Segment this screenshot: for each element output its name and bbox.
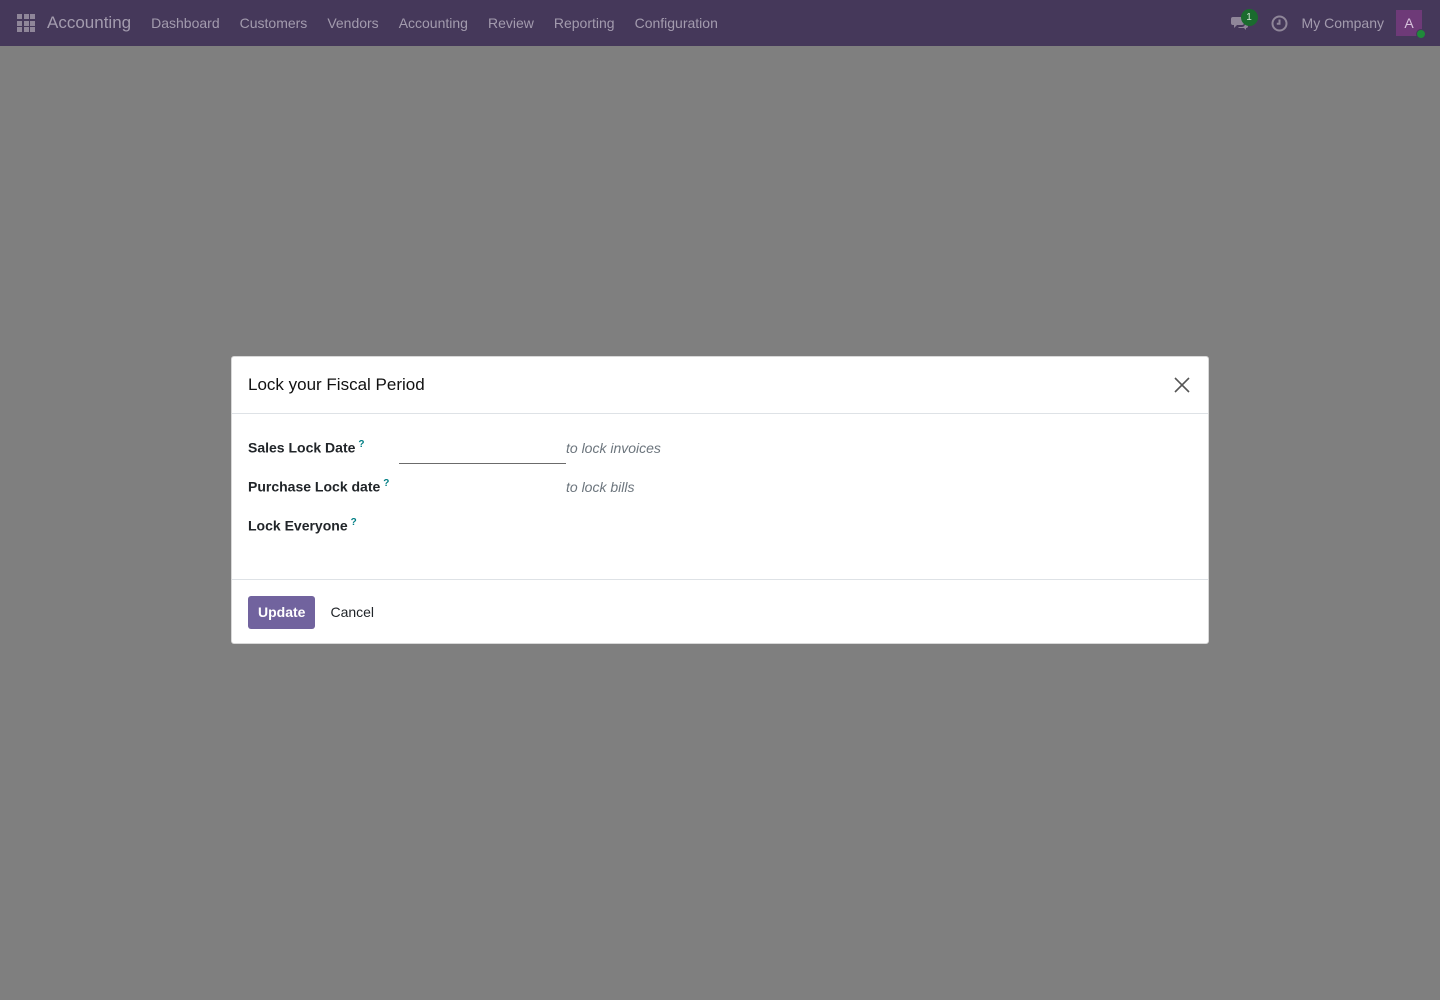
avatar-letter: A <box>1404 15 1414 31</box>
cancel-button[interactable]: Cancel <box>315 596 389 629</box>
apps-menu-button[interactable] <box>0 0 52 46</box>
dialog-header: Lock your Fiscal Period <box>232 357 1208 414</box>
lock-everyone-label: Lock Everyone? <box>248 517 357 534</box>
purchase-lock-date-label-text: Purchase Lock date <box>248 478 381 495</box>
menu-item-review[interactable]: Review <box>478 0 544 46</box>
menu-item-dashboard[interactable]: Dashboard <box>141 0 230 46</box>
sales-lock-date-help[interactable]: ? <box>358 439 364 450</box>
app-brand[interactable]: Accounting <box>47 13 131 33</box>
lock-everyone-help[interactable]: ? <box>351 517 357 528</box>
sales-lock-date-input[interactable] <box>399 434 566 464</box>
sales-lock-date-hint: to lock invoices <box>566 440 661 456</box>
dialog-footer: Update Cancel <box>232 580 1208 644</box>
user-avatar[interactable]: A <box>1396 10 1426 39</box>
purchase-lock-date-input[interactable] <box>399 473 566 503</box>
update-button[interactable]: Update <box>248 595 316 629</box>
messages-count-badge: 1 <box>1240 9 1258 26</box>
menu-item-reporting[interactable]: Reporting <box>544 0 625 46</box>
navbar-systray: 1 My Company A <box>1220 0 1440 46</box>
sales-lock-date-label-text: Sales Lock Date <box>248 439 356 456</box>
sales-lock-date-row: Sales Lock Date? to lock invoices <box>248 434 1192 473</box>
dialog-body: Sales Lock Date? to lock invoices Purcha… <box>232 414 1208 580</box>
menu-item-accounting[interactable]: Accounting <box>389 0 478 46</box>
purchase-lock-date-help[interactable]: ? <box>383 478 389 489</box>
online-status-dot <box>1416 29 1426 39</box>
lock-everyone-row: Lock Everyone? <box>248 512 1192 551</box>
top-navbar: Accounting Dashboard Customers Vendors A… <box>0 0 1440 46</box>
menu-item-customers[interactable]: Customers <box>230 0 318 46</box>
clock-icon <box>1271 15 1288 31</box>
dialog-title: Lock your Fiscal Period <box>248 375 425 394</box>
company-switcher[interactable]: My Company <box>1302 15 1384 31</box>
close-button[interactable] <box>1170 373 1194 397</box>
main-menu: Dashboard Customers Vendors Accounting R… <box>141 0 728 46</box>
messages-button[interactable]: 1 <box>1220 0 1260 46</box>
sales-lock-date-label: Sales Lock Date? <box>248 439 365 456</box>
menu-item-configuration[interactable]: Configuration <box>625 0 728 46</box>
menu-item-vendors[interactable]: Vendors <box>317 0 388 46</box>
activity-button[interactable] <box>1260 0 1300 46</box>
lock-everyone-label-text: Lock Everyone <box>248 517 348 534</box>
close-icon <box>1174 377 1190 393</box>
lock-everyone-input[interactable] <box>399 512 566 542</box>
purchase-lock-date-label: Purchase Lock date? <box>248 478 389 495</box>
lock-fiscal-period-dialog: Lock your Fiscal Period Sales Lock Date?… <box>231 356 1209 644</box>
apps-grid-icon <box>17 14 35 32</box>
purchase-lock-date-row: Purchase Lock date? to lock bills <box>248 473 1192 512</box>
purchase-lock-date-hint: to lock bills <box>566 479 635 495</box>
